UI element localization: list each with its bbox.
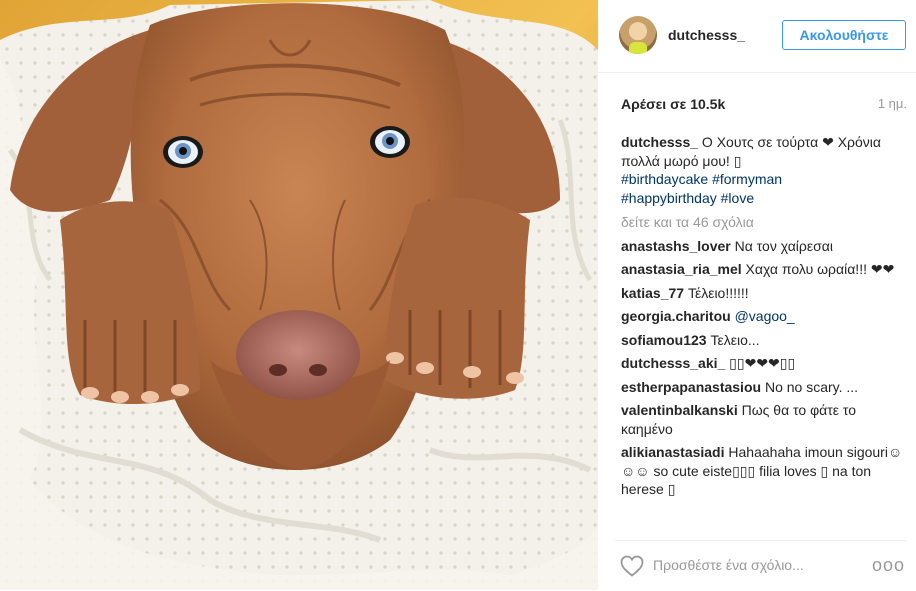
- comment-username[interactable]: dutchesss_aki_: [621, 355, 725, 371]
- comment-item: katias_77 Τέλειο!!!!!!: [621, 284, 907, 303]
- heart-outline-icon[interactable]: [619, 555, 645, 577]
- post-caption: dutchesss_ Ο Χουτς σε τούρτα ❤ Χρόνια πο…: [621, 133, 907, 207]
- likes-count[interactable]: Αρέσει σε 10.5k: [621, 96, 725, 112]
- comment-list: dutchesss_ Ο Χουτς σε τούρτα ❤ Χρόνια πο…: [621, 133, 907, 504]
- view-all-comments-link[interactable]: δείτε και τα 46 σχόλια: [621, 213, 907, 232]
- comment-item: alikianastasiadi Hahaahaha imoun sigouri…: [621, 443, 907, 499]
- comment-username[interactable]: georgia.charitou: [621, 308, 731, 324]
- post-side-panel: dutchesss_ Ακολουθήστε Αρέσει σε 10.5k 1…: [598, 0, 916, 590]
- hashtag-link[interactable]: #happybirthday: [621, 190, 717, 206]
- follow-button[interactable]: Ακολουθήστε: [782, 20, 906, 50]
- comment-item: estherpapanastasiou No no scary. ...: [621, 378, 907, 397]
- comment-item: anastasia_ria_mel Χαχα πολυ ωραία!!! ❤❤: [621, 260, 907, 279]
- comment-text: ▯▯❤❤❤▯▯: [725, 355, 796, 371]
- comment-item: valentinbalkanski Πως θα το φάτε το καημ…: [621, 401, 907, 438]
- more-options-icon[interactable]: ooo: [872, 555, 905, 576]
- comment-text: No no scary. ...: [761, 378, 859, 395]
- comment-username[interactable]: sofiamou123: [621, 332, 707, 348]
- caption-username[interactable]: dutchesss_: [621, 134, 698, 150]
- likes-row: Αρέσει σε 10.5k 1 ημ.: [621, 96, 907, 116]
- mention-link[interactable]: @vagoo_: [735, 308, 795, 324]
- hashtag-link[interactable]: #love: [721, 190, 754, 206]
- comment-username[interactable]: alikianastasiadi: [621, 444, 725, 460]
- comment-text: Να τον χαίρεσαι: [730, 237, 833, 254]
- comment-item: sofiamou123 Τελειο...: [621, 331, 907, 350]
- comment-username[interactable]: anastasia_ria_mel: [621, 261, 742, 277]
- comment-item: georgia.charitou @vagoo_: [621, 307, 907, 326]
- comment-text: Χαχα πολυ ωραία!!! ❤❤: [741, 261, 895, 277]
- post-time[interactable]: 1 ημ.: [878, 96, 907, 111]
- hashtag-link[interactable]: #formyman: [712, 171, 782, 187]
- comment-username[interactable]: valentinbalkanski: [621, 402, 738, 418]
- add-comment-input[interactable]: [653, 555, 865, 575]
- caption-glyph: ▯: [733, 152, 742, 169]
- comment-username[interactable]: anastashs_lover: [621, 238, 731, 254]
- dog-cake-illustration: [0, 0, 598, 590]
- hashtag-link[interactable]: #birthdaycake: [621, 171, 708, 187]
- avatar[interactable]: [619, 16, 657, 54]
- post-header: dutchesss_ Ακολουθήστε: [598, 0, 916, 73]
- post-username[interactable]: dutchesss_: [668, 27, 745, 43]
- post-photo[interactable]: [0, 0, 598, 590]
- comment-item: dutchesss_aki_ ▯▯❤❤❤▯▯: [621, 354, 907, 373]
- comment-username[interactable]: katias_77: [621, 285, 684, 301]
- comment-text: Τελειο...: [706, 331, 760, 348]
- instagram-post-view: dutchesss_ Ακολουθήστε Αρέσει σε 10.5k 1…: [0, 0, 916, 590]
- comment-username[interactable]: estherpapanastasiou: [621, 379, 761, 395]
- comment-text: Τέλειο!!!!!!: [684, 284, 749, 301]
- comment-footer: ooo: [615, 540, 907, 591]
- comment-item: anastashs_lover Να τον χαίρεσαι: [621, 237, 907, 256]
